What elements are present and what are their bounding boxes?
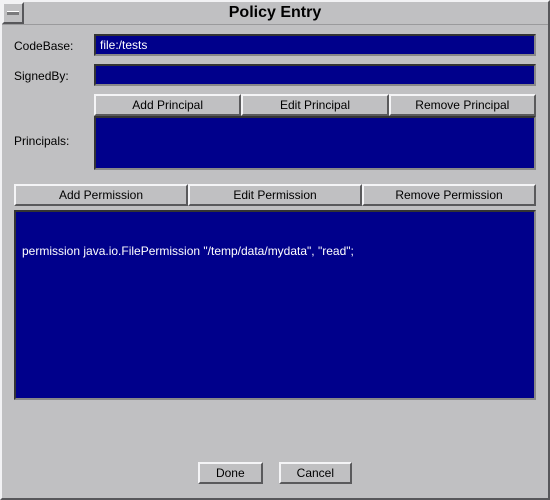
codebase-label: CodeBase:	[14, 37, 94, 53]
edit-principal-button[interactable]: Edit Principal	[241, 94, 388, 116]
remove-permission-button[interactable]: Remove Permission	[362, 184, 536, 206]
add-permission-button[interactable]: Add Permission	[14, 184, 188, 206]
signedby-label: SignedBy:	[14, 67, 94, 83]
done-button[interactable]: Done	[198, 462, 263, 484]
permission-item[interactable]: permission java.io.FilePermission "/temp…	[22, 244, 528, 258]
policy-entry-window: Policy Entry CodeBase: SignedBy: Add Pri…	[0, 0, 550, 500]
principal-button-row: Add Principal Edit Principal Remove Prin…	[94, 94, 536, 116]
principals-label: Principals:	[14, 116, 94, 148]
system-menu-icon	[7, 11, 19, 15]
permissions-list[interactable]: permission java.io.FilePermission "/temp…	[14, 210, 536, 400]
cancel-button[interactable]: Cancel	[279, 462, 352, 484]
add-principal-button[interactable]: Add Principal	[94, 94, 241, 116]
title-bar: Policy Entry	[2, 2, 548, 25]
principals-row: Principals:	[14, 116, 536, 170]
window-title: Policy Entry	[24, 4, 548, 22]
system-menu-button[interactable]	[2, 2, 24, 24]
remove-principal-button[interactable]: Remove Principal	[389, 94, 536, 116]
codebase-row: CodeBase:	[14, 34, 536, 56]
permission-button-row: Add Permission Edit Permission Remove Pe…	[14, 184, 536, 206]
edit-permission-button[interactable]: Edit Permission	[188, 184, 362, 206]
client-area: CodeBase: SignedBy: Add Principal Edit P…	[2, 24, 548, 498]
signedby-row: SignedBy:	[14, 64, 536, 86]
principals-list[interactable]	[94, 116, 536, 170]
codebase-input[interactable]	[94, 34, 536, 56]
signedby-input[interactable]	[94, 64, 536, 86]
bottom-button-bar: Done Cancel	[2, 462, 548, 484]
